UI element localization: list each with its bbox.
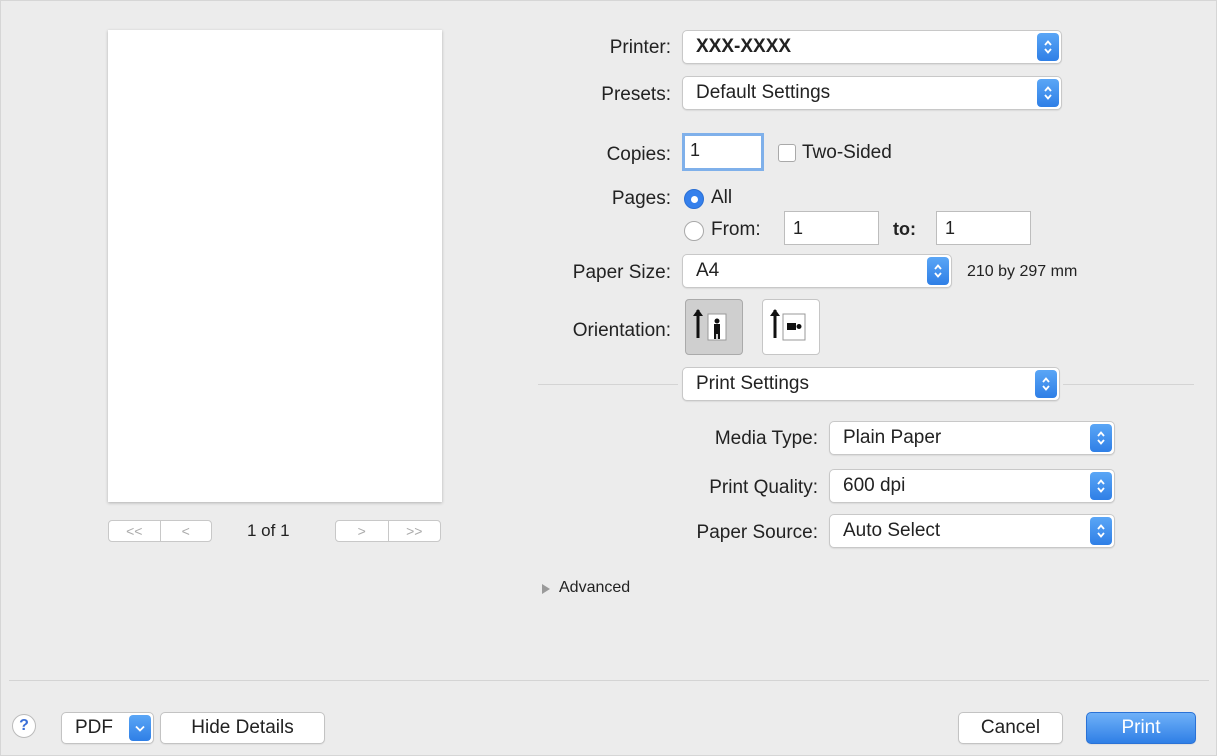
section-select[interactable]: Print Settings <box>682 367 1060 401</box>
popup-stepper-icon <box>1090 517 1112 545</box>
pdf-menu-button[interactable]: PDF <box>61 712 154 744</box>
paper-size-select[interactable]: A4 <box>682 254 952 288</box>
landscape-orientation-button[interactable] <box>762 299 820 355</box>
print-quality-value: 600 dpi <box>843 475 906 496</box>
section-value: Print Settings <box>696 373 809 394</box>
help-button[interactable]: ? <box>12 714 36 738</box>
help-icon: ? <box>19 717 29 734</box>
popup-stepper-icon <box>1037 79 1059 107</box>
printer-value: XXX-XXXX <box>696 36 792 57</box>
print-quality-label: Print Quality: <box>709 477 818 498</box>
preview-forward-buttons[interactable]: > >> <box>335 520 441 542</box>
pages-all-label: All <box>711 187 733 208</box>
pdf-label: PDF <box>75 717 113 738</box>
pages-label: Pages: <box>611 188 671 209</box>
print-dialog: << < 1 of 1 > >> Printer: XXX-XXXX Prese… <box>0 0 1217 756</box>
page-preview <box>108 30 442 502</box>
popup-stepper-icon <box>1035 370 1057 398</box>
media-type-select[interactable]: Plain Paper <box>829 421 1115 455</box>
section-divider-left <box>538 384 678 385</box>
paper-size-dimensions: 210 by 297 mm <box>967 263 1078 280</box>
advanced-label: Advanced <box>559 579 631 596</box>
presets-select[interactable]: Default Settings <box>682 76 1062 110</box>
printer-select[interactable]: XXX-XXXX <box>682 30 1062 64</box>
next-page-button[interactable]: > <box>336 521 388 541</box>
popup-stepper-icon <box>1090 424 1112 452</box>
orientation-label: Orientation: <box>572 320 671 341</box>
print-button[interactable]: Print <box>1086 712 1196 744</box>
copies-input[interactable]: 1 <box>682 133 764 171</box>
pdf-dropdown <box>129 715 151 741</box>
pages-all-radio[interactable] <box>684 189 704 209</box>
popup-stepper-icon <box>1090 472 1112 500</box>
previous-page-button[interactable]: < <box>159 521 212 541</box>
media-type-label: Media Type: <box>714 428 818 449</box>
pages-to-label: to: <box>893 219 916 239</box>
paper-source-label: Paper Source: <box>696 522 818 543</box>
presets-label: Presets: <box>601 84 671 105</box>
paper-size-label: Paper Size: <box>572 262 671 283</box>
presets-value: Default Settings <box>696 82 831 103</box>
hide-details-button[interactable]: Hide Details <box>160 712 325 744</box>
section-divider-right <box>1063 384 1194 385</box>
preview-back-buttons[interactable]: << < <box>108 520 212 542</box>
first-page-button[interactable]: << <box>109 521 160 541</box>
pages-from-input[interactable]: 1 <box>784 211 879 245</box>
disclosure-triangle-icon <box>542 584 550 594</box>
popup-stepper-icon <box>927 257 949 285</box>
pages-from-radio[interactable] <box>684 221 704 241</box>
page-indicator: 1 of 1 <box>247 521 290 540</box>
two-sided-checkbox[interactable] <box>778 144 796 162</box>
copies-label: Copies: <box>606 144 671 165</box>
media-type-value: Plain Paper <box>843 427 942 448</box>
last-page-button[interactable]: >> <box>387 521 441 541</box>
cancel-button[interactable]: Cancel <box>958 712 1063 744</box>
paper-source-value: Auto Select <box>843 520 941 541</box>
pages-from-label: From: <box>711 219 761 240</box>
portrait-orientation-button[interactable] <box>685 299 743 355</box>
paper-source-select[interactable]: Auto Select <box>829 514 1115 548</box>
print-quality-select[interactable]: 600 dpi <box>829 469 1115 503</box>
footer-divider <box>9 680 1209 681</box>
popup-stepper-icon <box>1037 33 1059 61</box>
portrait-icon <box>693 309 727 341</box>
pages-to-input[interactable]: 1 <box>936 211 1031 245</box>
printer-label: Printer: <box>609 37 671 58</box>
chevron-down-icon <box>135 725 145 732</box>
paper-size-value: A4 <box>696 260 720 281</box>
two-sided-label: Two-Sided <box>802 142 892 163</box>
landscape-icon <box>770 309 806 341</box>
